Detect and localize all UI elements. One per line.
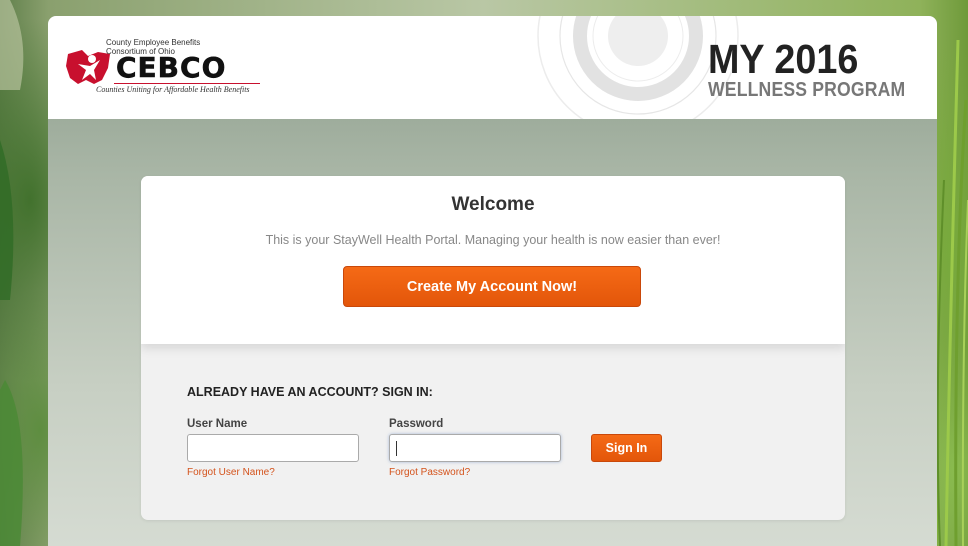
site-header: County Employee Benefits Consortium of O…	[48, 16, 937, 119]
username-input[interactable]	[187, 434, 359, 462]
welcome-heading: Welcome	[451, 194, 535, 215]
logo-tagline-line1: County Employee Benefits	[106, 38, 201, 47]
create-account-button[interactable]: Create My Account Now!	[343, 266, 641, 307]
logo-wordmark: CEBCO	[116, 51, 227, 84]
forgot-username-link[interactable]: Forgot User Name?	[187, 467, 275, 478]
logo-slogan: Counties Uniting for Affordable Health B…	[96, 85, 250, 94]
login-card: Welcome This is your StayWell Health Por…	[141, 176, 845, 520]
background-grass-left	[0, 0, 24, 546]
welcome-message: This is your StayWell Health Portal. Man…	[265, 233, 721, 247]
portal-frame: County Employee Benefits Consortium of O…	[48, 16, 937, 546]
forgot-password-link[interactable]: Forgot Password?	[389, 467, 470, 478]
program-title: MY 2016	[708, 36, 859, 82]
welcome-panel: Welcome This is your StayWell Health Por…	[141, 176, 845, 344]
password-label: Password	[389, 418, 444, 430]
signin-heading: ALREADY HAVE AN ACCOUNT? SIGN IN:	[187, 385, 433, 399]
signin-button[interactable]: Sign In	[591, 434, 662, 462]
logo-underline	[114, 83, 260, 84]
program-subtitle: WELLNESS PROGRAM	[708, 79, 906, 101]
username-label: User Name	[187, 418, 248, 430]
cebco-logo[interactable]: County Employee Benefits Consortium of O…	[64, 38, 264, 100]
text-caret	[396, 441, 397, 456]
password-input[interactable]	[389, 434, 561, 462]
